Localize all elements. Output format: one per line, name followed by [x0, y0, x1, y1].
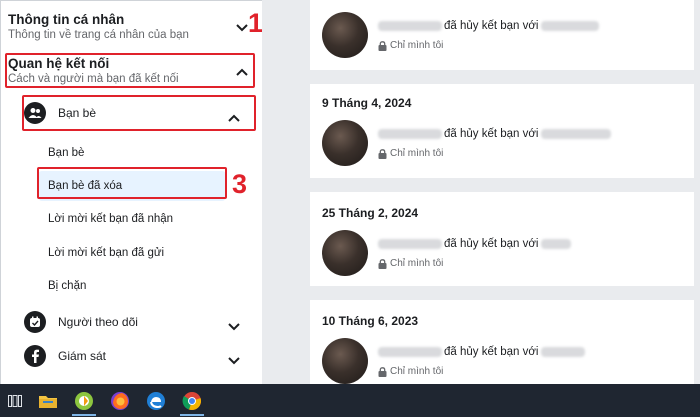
followers-icon — [24, 311, 46, 333]
unfriend-text: đã hủy kết bạn với — [444, 238, 539, 250]
subitem-requests-sent[interactable]: Lời mời kết bạn đã gửi — [38, 238, 226, 268]
activity-date: 25 Tháng 2, 2024 — [322, 206, 419, 220]
blurred-name — [378, 347, 442, 357]
windows-taskbar — [0, 384, 700, 417]
blurred-name — [378, 21, 442, 31]
app-icon[interactable] — [66, 384, 102, 417]
personal-info-subtitle: Thông tin về trang cá nhân của bạn — [8, 29, 189, 41]
blurred-name — [540, 129, 611, 139]
lock-icon — [378, 40, 387, 51]
privacy-label[interactable]: Chỉ mình tôi — [378, 148, 443, 159]
firefox-icon[interactable] — [102, 384, 138, 417]
personal-info-section[interactable]: Thông tin cá nhân Thông tin về trang cá … — [8, 12, 254, 41]
privacy-label[interactable]: Chỉ mình tôi — [378, 258, 443, 269]
blurred-name — [540, 21, 599, 31]
file-explorer-icon[interactable] — [30, 384, 66, 417]
activity-entry[interactable]: đã hủy kết bạn với Chỉ mình tôi — [322, 230, 682, 278]
annotation-number-1: 1 — [248, 8, 264, 38]
blurred-name — [378, 239, 442, 249]
activity-card: 25 Tháng 2, 2024 đã hủy kết bạn với Chỉ … — [310, 192, 694, 286]
subitem-blocked[interactable]: Bị chặn — [38, 271, 226, 301]
entry-text: đã hủy kết bạn với — [378, 20, 599, 32]
blurred-name — [540, 239, 571, 249]
chevron-down-icon — [228, 318, 240, 336]
edge-icon[interactable] — [138, 384, 174, 417]
subitem-requests-received[interactable]: Lời mời kết bạn đã nhận — [38, 204, 226, 234]
lock-icon — [378, 148, 387, 159]
activity-feed: đã hủy kết bạn với Chỉ mình tôi 9 Tháng … — [262, 0, 700, 384]
unfriend-text: đã hủy kết bạn với — [444, 20, 539, 32]
activity-date: 9 Tháng 4, 2024 — [322, 96, 412, 110]
subitem-friends[interactable]: Bạn bè — [38, 138, 226, 168]
avatar — [322, 230, 368, 276]
facebook-icon — [24, 345, 46, 367]
blurred-name — [378, 129, 442, 139]
avatar — [322, 12, 368, 58]
activity-entry[interactable]: đã hủy kết bạn với Chỉ mình tôi — [322, 12, 682, 60]
unfriend-text: đã hủy kết bạn với — [444, 346, 539, 358]
activity-date: 10 Tháng 6, 2023 — [322, 314, 419, 328]
blurred-name — [540, 347, 585, 357]
privacy-label[interactable]: Chỉ mình tôi — [378, 366, 443, 377]
activity-card: 9 Tháng 4, 2024 đã hủy kết bạn với Chỉ m… — [310, 84, 694, 178]
chrome-icon[interactable] — [174, 384, 210, 417]
activity-card: 10 Tháng 6, 2023 đã hủy kết bạn với Chỉ … — [310, 300, 694, 384]
privacy-text: Chỉ mình tôi — [390, 148, 444, 159]
highlight-box-friends — [22, 95, 256, 131]
activity-entry[interactable]: đã hủy kết bạn với Chỉ mình tôi — [322, 120, 682, 168]
avatar — [322, 120, 368, 166]
entry-text: đã hủy kết bạn với — [378, 238, 571, 250]
followers-label: Người theo dõi — [58, 315, 138, 329]
lock-icon — [378, 366, 387, 377]
highlight-box-connections — [5, 53, 255, 88]
sidebar-item-followers[interactable]: Người theo dõi — [24, 305, 254, 339]
lock-icon — [378, 258, 387, 269]
entry-text: đã hủy kết bạn với — [378, 346, 585, 358]
entry-text: đã hủy kết bạn với — [378, 128, 611, 140]
unfriend-text: đã hủy kết bạn với — [444, 128, 539, 140]
sidebar-item-monitoring[interactable]: Giám sát — [24, 339, 254, 373]
privacy-text: Chỉ mình tôi — [390, 40, 444, 51]
privacy-label[interactable]: Chỉ mình tôi — [378, 40, 443, 51]
task-view-icon[interactable] — [0, 384, 30, 417]
activity-card: đã hủy kết bạn với Chỉ mình tôi — [310, 0, 694, 70]
monitoring-label: Giám sát — [58, 349, 107, 363]
privacy-text: Chỉ mình tôi — [390, 258, 444, 269]
highlight-box-removed-friends — [37, 167, 227, 199]
chevron-down-icon — [236, 24, 248, 34]
annotation-number-3: 3 — [232, 169, 248, 199]
avatar — [322, 338, 368, 384]
chevron-down-icon — [228, 352, 240, 370]
personal-info-title: Thông tin cá nhân — [8, 12, 125, 27]
privacy-text: Chỉ mình tôi — [390, 366, 444, 377]
activity-entry[interactable]: đã hủy kết bạn với Chỉ mình tôi — [322, 338, 682, 384]
